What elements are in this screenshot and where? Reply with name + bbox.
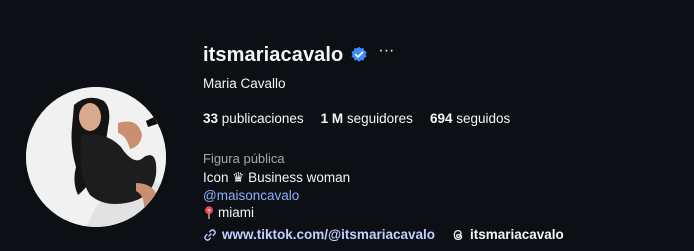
location-pin-icon [205,206,213,219]
bio-location: miami [203,205,564,220]
profile-links: www.tiktok.com/@itsmariacavalo itsmariac… [203,227,564,242]
verified-badge-icon [351,46,367,62]
profile-header: itsmariacavalo ··· Maria Cavallo 33 publ… [0,0,694,251]
threads-handle: itsmariacavalo [470,227,564,242]
profile-info: itsmariacavalo ··· Maria Cavallo 33 publ… [203,40,564,242]
bio-mention-link[interactable]: @maisoncavalo [203,188,564,203]
posts-count-value: 33 [203,111,219,126]
avatar[interactable] [26,87,166,227]
external-link[interactable]: www.tiktok.com/@itsmariacavalo [203,227,435,242]
more-options-icon[interactable]: ··· [378,42,394,60]
profile-stats: 33 publicaciones 1 M seguidores 694 segu… [203,111,564,126]
posts-count[interactable]: 33 publicaciones [203,111,304,126]
following-count[interactable]: 694 seguidos [430,111,510,126]
posts-count-label: publicaciones [221,111,304,126]
bio-line: Icon ♛ Business woman [203,170,351,185]
username-row: itsmariacavalo ··· [203,40,564,70]
followers-count[interactable]: 1 M seguidores [321,111,413,126]
following-count-label: seguidos [456,111,511,126]
avatar-photo [26,87,166,227]
threads-icon [453,229,463,240]
link-icon [204,228,216,241]
profile-category: Figura pública [203,151,285,166]
followers-count-label: seguidores [346,111,413,126]
full-name: Maria Cavallo [203,76,286,91]
following-count-value: 694 [429,111,453,126]
threads-link[interactable]: itsmariacavalo [451,227,564,242]
external-link-text: www.tiktok.com/@itsmariacavalo [222,227,435,242]
username: itsmariacavalo [203,43,344,66]
bio-location-text: miami [218,205,254,220]
followers-count-value: 1 M [320,111,344,126]
